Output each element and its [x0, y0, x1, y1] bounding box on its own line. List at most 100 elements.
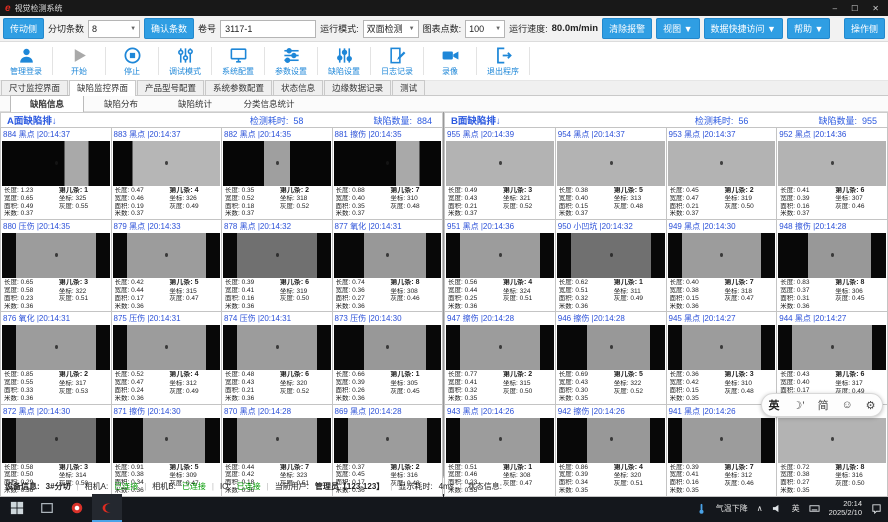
ime-lang[interactable]: 英: [768, 397, 779, 413]
defect-image[interactable]: [223, 418, 331, 463]
weather-text[interactable]: 气温下降: [716, 503, 748, 514]
defect-image[interactable]: [668, 325, 776, 370]
defect-image[interactable]: [334, 418, 442, 463]
chart-points-select[interactable]: 100▼: [465, 20, 505, 38]
defect-image[interactable]: [668, 141, 776, 186]
defect-image[interactable]: [334, 325, 442, 370]
defect-image[interactable]: [113, 233, 221, 278]
defect-cell[interactable]: 877 氧化 |20:14:31 长度: 0.74 宽度: 0.36 面积: 0…: [333, 220, 443, 311]
defect-cell[interactable]: 944 黑点 |20:14:27 长度: 0.43 宽度: 0.40 面积: 0…: [777, 312, 887, 403]
tab-1[interactable]: 缺陷监控界面: [69, 80, 136, 96]
notification-center-icon[interactable]: [871, 503, 882, 514]
toolbar-button-camera[interactable]: 录像: [424, 42, 476, 80]
language-indicator[interactable]: 英: [792, 503, 800, 514]
defect-cell[interactable]: 949 黑点 |20:14:30 长度: 0.40 宽度: 0.38 面积: 0…: [667, 220, 777, 311]
defect-image[interactable]: [778, 233, 886, 278]
defect-image[interactable]: [557, 141, 665, 186]
defect-image[interactable]: [113, 325, 221, 370]
tray-expand-caret[interactable]: ∧: [757, 504, 763, 513]
defect-cell[interactable]: 953 黑点 |20:14:37 长度: 0.45 宽度: 0.47 面积: 0…: [667, 128, 777, 219]
defect-image[interactable]: [2, 418, 110, 463]
tab-2[interactable]: 产品型号配置: [137, 80, 204, 95]
defect-image[interactable]: [334, 233, 442, 278]
clear-alarm-button[interactable]: 清除报警: [602, 18, 652, 39]
defect-cell[interactable]: 952 黑点 |20:14:36 长度: 0.41 宽度: 0.39 面积: 0…: [777, 128, 887, 219]
subtab-1[interactable]: 缺陷分布: [84, 96, 158, 112]
tab-0[interactable]: 尺寸监控界面: [1, 80, 68, 95]
toolbar-button-log[interactable]: 日志记录: [371, 42, 423, 80]
close-button[interactable]: ✕: [872, 4, 879, 13]
subtab-3[interactable]: 分类信息统计: [232, 96, 306, 112]
quick-access-menu-button[interactable]: 数据快捷访问 ▼: [704, 18, 783, 39]
defect-image[interactable]: [223, 141, 331, 186]
defect-cell[interactable]: 951 黑点 |20:14:36 长度: 0.56 宽度: 0.44 面积: 0…: [445, 220, 555, 311]
defect-cell[interactable]: 955 黑点 |20:14:39 长度: 0.49 宽度: 0.43 面积: 0…: [445, 128, 555, 219]
toolbar-button-tune[interactable]: 调试模式: [159, 42, 211, 80]
defect-image[interactable]: [557, 233, 665, 278]
defect-cell[interactable]: 878 黑点 |20:14:32 长度: 0.39 宽度: 0.41 面积: 0…: [222, 220, 332, 311]
tab-4[interactable]: 状态信息: [273, 80, 323, 95]
confirm-strips-button[interactable]: 确认条数: [144, 18, 194, 39]
ime-emoji[interactable]: ☺: [841, 399, 852, 411]
defect-image[interactable]: [446, 233, 554, 278]
defect-image[interactable]: [2, 233, 110, 278]
defect-cell[interactable]: 954 黑点 |20:14:37 长度: 0.38 宽度: 0.40 面积: 0…: [556, 128, 666, 219]
view-menu-button[interactable]: 视图 ▼: [656, 18, 699, 39]
defect-image[interactable]: [668, 233, 776, 278]
subtab-0[interactable]: 缺陷信息: [10, 95, 84, 113]
inspection-app-taskbar-icon[interactable]: [92, 494, 122, 522]
toolbar-button-monitor[interactable]: 系统配置: [212, 42, 264, 80]
defect-image[interactable]: [668, 418, 776, 463]
defect-cell[interactable]: 879 黑点 |20:14:33 长度: 0.42 宽度: 0.44 面积: 0…: [112, 220, 222, 311]
run-mode-select[interactable]: 双面检测▼: [363, 20, 419, 38]
ime-moon[interactable]: ☽’: [792, 399, 804, 412]
toolbar-button-exit[interactable]: 退出程序: [477, 42, 529, 80]
defect-image[interactable]: [557, 325, 665, 370]
defect-cell[interactable]: 950 小凹坑 |20:14:32 长度: 0.62 宽度: 0.51 面积: …: [556, 220, 666, 311]
defect-cell[interactable]: 946 擦伤 |20:14:28 长度: 0.69 宽度: 0.43 面积: 0…: [556, 312, 666, 403]
operate-side-button[interactable]: 操作侧: [844, 18, 885, 39]
defect-image[interactable]: [446, 141, 554, 186]
strip-count-select[interactable]: 8▼: [88, 20, 140, 38]
defect-cell[interactable]: 874 压伤 |20:14:31 长度: 0.48 宽度: 0.43 面积: 0…: [222, 312, 332, 403]
defect-image[interactable]: [113, 418, 221, 463]
defect-cell[interactable]: 942 擦伤 |20:14:26 长度: 0.86 宽度: 0.39 面积: 0…: [556, 405, 666, 496]
defect-image[interactable]: [334, 141, 442, 186]
defect-image[interactable]: [778, 141, 886, 186]
defect-cell[interactable]: 948 擦伤 |20:14:28 长度: 0.83 宽度: 0.37 面积: 0…: [777, 220, 887, 311]
ime-toolbar[interactable]: 英☽’简☺⚙: [761, 393, 883, 417]
defect-image[interactable]: [113, 141, 221, 186]
keyboard-icon[interactable]: [809, 503, 820, 514]
tab-3[interactable]: 系统参数配置: [205, 80, 272, 95]
defect-cell[interactable]: 947 擦伤 |20:14:28 长度: 0.77 宽度: 0.41 面积: 0…: [445, 312, 555, 403]
toolbar-button-sliders-v[interactable]: 缺陷设置: [318, 42, 370, 80]
defect-cell[interactable]: 945 黑点 |20:14:27 长度: 0.36 宽度: 0.42 面积: 0…: [667, 312, 777, 403]
start-button[interactable]: [2, 494, 32, 522]
defect-image[interactable]: [446, 418, 554, 463]
tab-6[interactable]: 测试: [392, 80, 425, 95]
minimize-button[interactable]: –: [833, 4, 837, 13]
toolbar-button-play[interactable]: 开始: [53, 42, 105, 80]
toolbar-button-stop[interactable]: 停止: [106, 42, 158, 80]
maximize-button[interactable]: ☐: [851, 4, 858, 13]
defect-cell[interactable]: 880 压伤 |20:14:35 长度: 0.65 宽度: 0.58 面积: 0…: [1, 220, 111, 311]
taskbar-clock[interactable]: 20:14 2025/2/10: [829, 499, 862, 518]
drive-side-button[interactable]: 传动侧: [3, 18, 44, 39]
defect-image[interactable]: [778, 418, 886, 463]
defect-image[interactable]: [446, 325, 554, 370]
defect-image[interactable]: [778, 325, 886, 370]
tab-5[interactable]: 边缘数据记录: [324, 80, 391, 95]
defect-image[interactable]: [2, 325, 110, 370]
defect-image[interactable]: [223, 325, 331, 370]
defect-cell[interactable]: 881 擦伤 |20:14:35 长度: 0.88 宽度: 0.40 面积: 0…: [333, 128, 443, 219]
defect-cell[interactable]: 875 压伤 |20:14:31 长度: 0.52 宽度: 0.47 面积: 0…: [112, 312, 222, 403]
defect-image[interactable]: [557, 418, 665, 463]
toolbar-button-user[interactable]: 管理登录: [0, 42, 52, 80]
task-view-button[interactable]: [32, 494, 62, 522]
roll-number-input[interactable]: 3117-1: [220, 20, 316, 38]
defect-image[interactable]: [2, 141, 110, 186]
defect-image[interactable]: [223, 233, 331, 278]
volume-icon[interactable]: [772, 503, 783, 514]
ime-settings[interactable]: ⚙: [866, 399, 876, 412]
toolbar-button-sliders-h[interactable]: 参数设置: [265, 42, 317, 80]
